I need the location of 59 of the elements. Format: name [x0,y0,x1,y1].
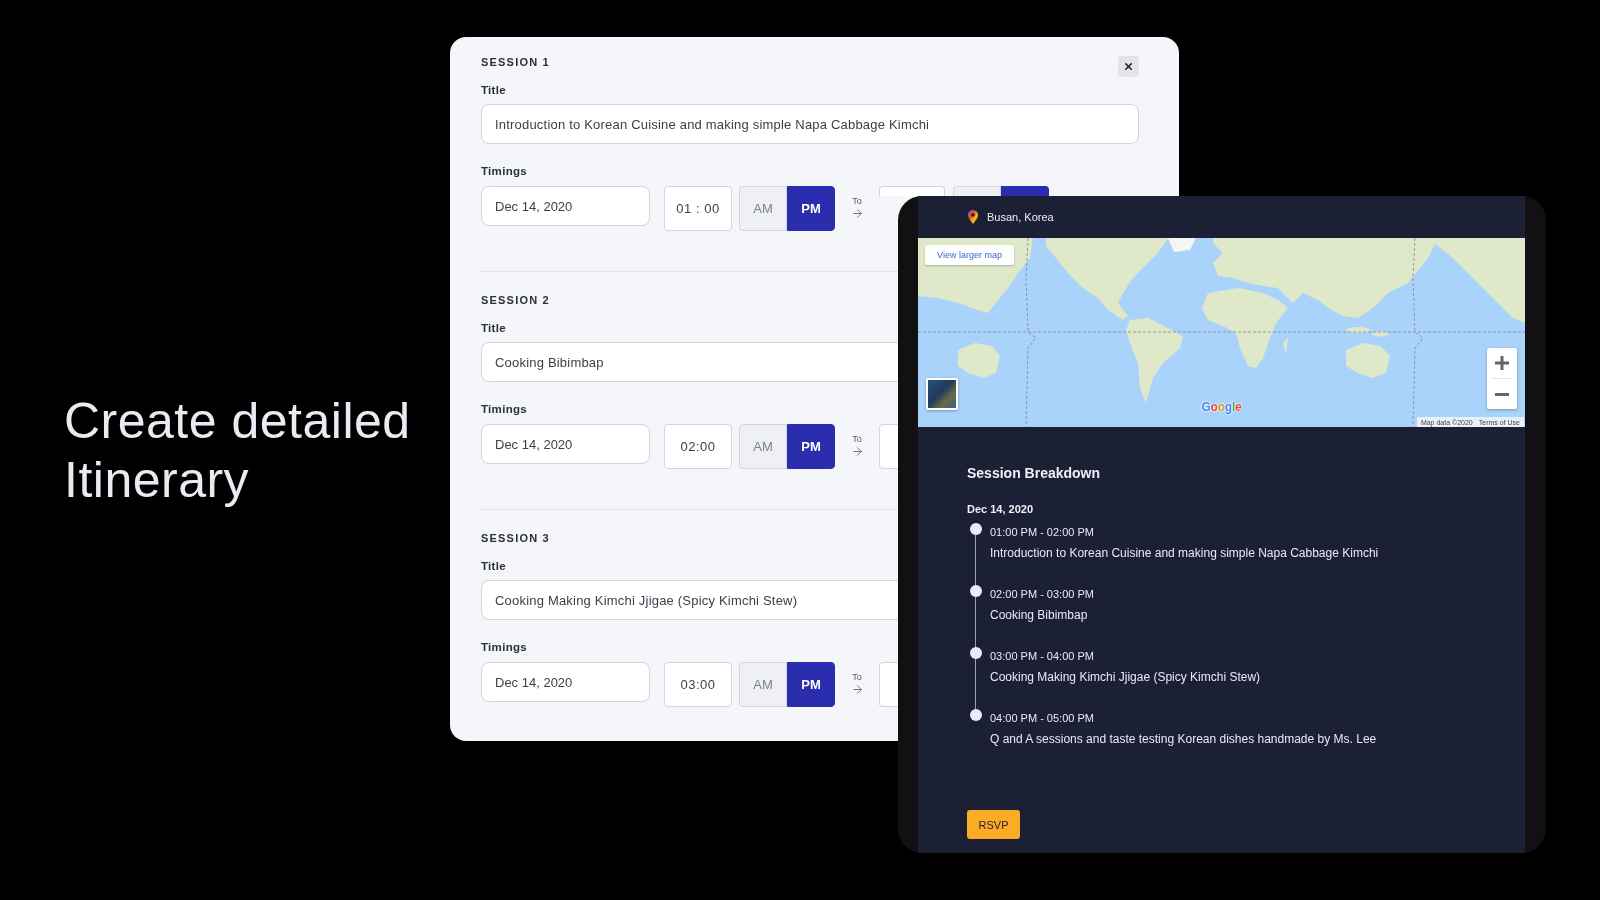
arrow-right-icon [850,207,864,220]
to-label: To [852,196,862,206]
timeline-dot [970,523,982,535]
arrow-right-icon [850,445,864,458]
map-pin-icon [968,210,978,224]
field-label: Timings [481,164,527,178]
title-field[interactable]: Cooking Bibimbap [481,342,898,382]
session-time: 03:00 PM - 04:00 PM [990,649,1095,663]
satellite-view-button[interactable] [926,378,958,410]
meridiem-option[interactable]: AM [739,424,787,469]
start-time-field[interactable]: 02:00 [664,424,732,469]
date-field[interactable]: Dec 14, 2020 [481,186,650,226]
session-title: Q and A sessions and taste testing Korean dishes handmade by Ms. Lee [990,732,1377,746]
meridiem-option[interactable]: AM [739,186,787,231]
meridiem-option[interactable] [1001,186,1049,196]
breakdown-date: Dec 14, 2020 [967,502,1034,516]
meridiem-option[interactable]: PM [787,424,835,469]
end-time-field[interactable] [879,186,945,196]
field-label: Timings [481,402,527,416]
page-heading: Create detailed Itinerary [64,392,412,510]
map-logo: Google [1201,400,1242,414]
meridiem-option[interactable]: AM [739,662,787,707]
title-field[interactable]: Cooking Making Kimchi Jjigae (Spicy Kimchi Stew) [481,580,898,620]
start-time-field[interactable]: 01 : 00 [664,186,732,231]
field-label: Title [481,321,506,335]
timeline-dot [970,709,982,721]
session-title: Cooking Making Kimchi Jjigae (Spicy Kimchi Stew) [990,670,1261,684]
view-larger-map-button[interactable]: View larger map [925,245,1014,265]
session-title: Cooking Bibimbap [990,608,1089,622]
session-time: 01:00 PM - 02:00 PM [990,525,1095,539]
date-field[interactable]: Dec 14, 2020 [481,424,650,464]
field-label: Title [481,559,506,573]
location-text: Busan, Korea [987,211,1054,223]
field-label: Timings [481,640,527,654]
breakdown-title: Session Breakdown [967,464,1101,482]
plus-icon [1495,356,1509,370]
date-field[interactable]: Dec 14, 2020 [481,662,650,702]
rsvp-button[interactable]: RSVP [967,810,1020,839]
meridiem-option[interactable]: PM [787,186,835,231]
end-time-field[interactable] [879,424,898,469]
minus-icon [1495,392,1509,396]
session-heading: SESSION 3 [481,531,550,546]
timeline-dot [970,647,982,659]
session-time: 02:00 PM - 03:00 PM [990,587,1094,601]
session-heading: SESSION 1 [481,55,550,70]
meridiem-option[interactable]: PM [787,662,835,707]
end-time-field[interactable] [879,662,898,707]
session-time: 04:00 PM - 05:00 PM [990,711,1095,725]
arrow-right-icon [850,683,864,696]
session-heading: SESSION 2 [481,293,550,308]
to-label: To [852,672,862,682]
close-icon [1123,61,1134,72]
session-title: Introduction to Korean Cuisine and making simple Napa Cabbage Kimchi [990,546,1379,560]
timeline-dot [970,585,982,597]
start-time-field[interactable]: 03:00 [664,662,732,707]
to-label: To [852,434,862,444]
field-label: Title [481,83,506,97]
close-button[interactable] [1118,56,1139,77]
title-field[interactable]: Introduction to Korean Cuisine and making simple Napa Cabbage Kimchi [481,104,1139,144]
